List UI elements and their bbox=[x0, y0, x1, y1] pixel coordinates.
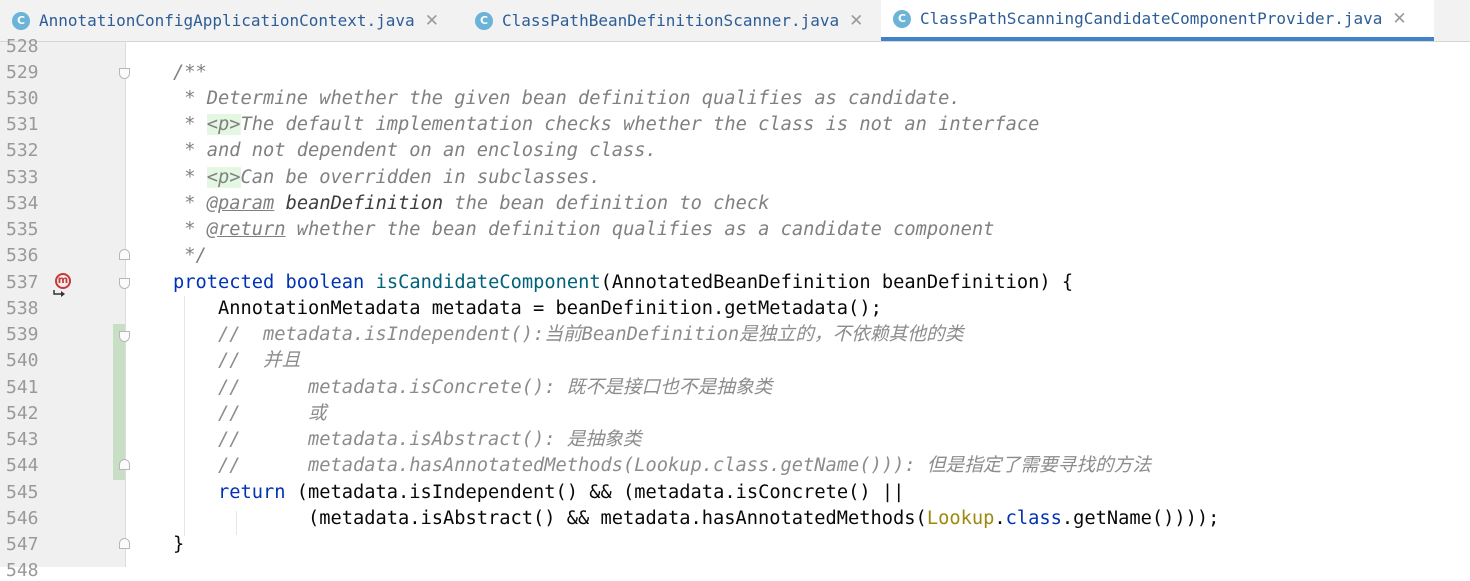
line-number: 545 bbox=[6, 482, 39, 503]
tab-label: ClassPathScanningCandidateComponentProvi… bbox=[920, 9, 1383, 28]
tab-class-path-scanning-candidate-component-provider[interactable]: C ClassPathScanningCandidateComponentPro… bbox=[881, 0, 1434, 41]
editor-tab-bar: C AnnotationConfigApplicationContext.jav… bbox=[0, 0, 1470, 42]
code-editor[interactable]: /** * Determine whether the given bean d… bbox=[128, 42, 1470, 567]
editor-gutter[interactable]: 528 529 530 531 532 533 534 535 536 537 … bbox=[0, 37, 130, 581]
line-number: 542 bbox=[6, 403, 39, 424]
code-line-534: * @param beanDefinition the bean definit… bbox=[173, 193, 770, 214]
tab-label: ClassPathBeanDefinitionScanner.java bbox=[502, 11, 840, 30]
line-number: 547 bbox=[6, 534, 39, 555]
line-number: 538 bbox=[6, 298, 39, 319]
code-line-535: * @return whether the bean definition qu… bbox=[173, 219, 995, 240]
navigate-arrow-icon bbox=[53, 290, 65, 297]
line-number: 543 bbox=[6, 429, 39, 450]
code-line-533: * <p>Can be overridden in subclasses. bbox=[173, 167, 601, 188]
line-number: 544 bbox=[6, 455, 39, 476]
code-line-539: // metadata.isIndependent():当前BeanDefini… bbox=[218, 324, 964, 345]
line-number: 548 bbox=[6, 560, 39, 581]
code-line-536: */ bbox=[173, 245, 207, 266]
line-number: 539 bbox=[6, 324, 39, 345]
code-line-532: * and not dependent on an enclosing clas… bbox=[173, 140, 657, 161]
code-line-530: * Determine whether the given bean defin… bbox=[173, 88, 961, 109]
code-line-541: // metadata.isConcrete(): 既不是接口也不是抽象类 bbox=[218, 377, 773, 398]
code-line-538: AnnotationMetadata metadata = beanDefini… bbox=[218, 298, 882, 319]
line-number: 532 bbox=[6, 140, 39, 161]
line-number: 536 bbox=[6, 245, 39, 266]
line-number: 534 bbox=[6, 193, 39, 214]
line-number: 546 bbox=[6, 508, 39, 529]
code-line-543: // metadata.isAbstract(): 是抽象类 bbox=[218, 429, 642, 450]
code-line-546: (metadata.isAbstract() && metadata.hasAn… bbox=[308, 508, 1220, 529]
tab-label: AnnotationConfigApplicationContext.java bbox=[39, 11, 415, 30]
code-line-540: // 并且 bbox=[218, 350, 301, 371]
line-number: 535 bbox=[6, 219, 39, 240]
close-icon[interactable]: ✕ bbox=[849, 11, 863, 31]
overrides-method-icon[interactable]: m bbox=[55, 273, 71, 289]
code-line-531: * <p>The default implementation checks w… bbox=[173, 114, 1040, 135]
code-line-547: } bbox=[173, 534, 185, 555]
code-line-544: // metadata.hasAnnotatedMethods(Lookup.c… bbox=[218, 455, 1152, 476]
java-class-icon: C bbox=[893, 9, 911, 28]
line-number: 528 bbox=[6, 36, 39, 57]
line-number: 529 bbox=[6, 62, 39, 83]
code-line-542: // 或 bbox=[218, 403, 327, 424]
method-name[interactable]: isCandidateComponent bbox=[376, 272, 601, 293]
code-line-529: /** bbox=[173, 62, 207, 83]
tab-class-path-bean-definition-scanner[interactable]: C ClassPathBeanDefinitionScanner.java ✕ bbox=[463, 0, 881, 41]
tab-annotation-config-application-context[interactable]: C AnnotationConfigApplicationContext.jav… bbox=[0, 0, 463, 41]
line-number: 531 bbox=[6, 114, 39, 135]
close-icon[interactable]: ✕ bbox=[425, 11, 439, 31]
line-number: 540 bbox=[6, 350, 39, 371]
code-line-545: return (metadata.isIndependent() && (met… bbox=[218, 482, 905, 503]
line-number: 530 bbox=[6, 88, 39, 109]
java-class-icon: C bbox=[475, 11, 493, 30]
vcs-change-marker[interactable] bbox=[113, 324, 125, 480]
code-line-537: protected boolean isCandidateComponent(A… bbox=[173, 272, 1074, 293]
line-number: 533 bbox=[6, 167, 39, 188]
java-class-icon: C bbox=[12, 11, 30, 30]
line-number: 537 bbox=[6, 272, 39, 293]
close-icon[interactable]: ✕ bbox=[1392, 9, 1406, 29]
line-number: 541 bbox=[6, 377, 39, 398]
